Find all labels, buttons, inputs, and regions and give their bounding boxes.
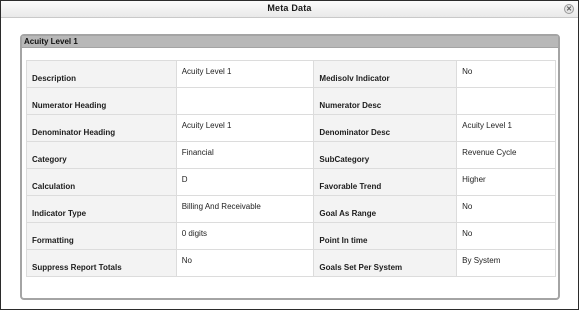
- field-value: Financial: [175, 141, 315, 169]
- table-row: Category Financial SubCategory Revenue Cycl…: [26, 141, 556, 169]
- field-label: Suppress Report Totals: [26, 249, 177, 277]
- field-label: Numerator Heading: [26, 87, 177, 115]
- meta-data-dialog: Meta Data ✕ Acuity Level 1 Description Ac…: [0, 0, 579, 310]
- metadata-table: Description Acuity Level 1 Medisolv Indica…: [26, 60, 556, 277]
- field-value: No: [456, 195, 556, 223]
- field-value: Acuity Level 1: [175, 114, 315, 142]
- dialog-title: Meta Data: [267, 3, 312, 13]
- table-row: Numerator Heading Numerator Desc: [26, 87, 556, 115]
- field-label: Calculation: [26, 168, 177, 196]
- field-value: No: [456, 222, 556, 250]
- table-row: Suppress Report Totals No Goals Set Per Sy…: [26, 249, 556, 277]
- panel-title: Acuity Level 1: [22, 36, 558, 48]
- field-label: Denominator Heading: [26, 114, 177, 142]
- field-label: Denominator Desc: [313, 114, 458, 142]
- field-value: Higher: [456, 168, 556, 196]
- field-value: Billing And Receivable: [175, 195, 315, 223]
- field-label: Favorable Trend: [313, 168, 458, 196]
- table-row: Formatting 0 digits Point In time No: [26, 222, 556, 250]
- field-value: Acuity Level 1: [175, 60, 315, 88]
- field-label: Point In time: [313, 222, 458, 250]
- field-value: 0 digits: [175, 222, 315, 250]
- field-label: Goals Set Per System: [313, 249, 458, 277]
- table-row: Denominator Heading Acuity Level 1 Denomin…: [26, 114, 556, 142]
- metadata-panel: Acuity Level 1 Description Acuity Level 1…: [20, 34, 560, 300]
- table-row: Indicator Type Billing And Receivable Goal…: [26, 195, 556, 223]
- table-row: Description Acuity Level 1 Medisolv Indica…: [26, 60, 556, 88]
- field-label: Medisolv Indicator: [313, 60, 458, 88]
- dialog-titlebar[interactable]: Meta Data ✕: [1, 1, 578, 18]
- field-label: Goal As Range: [313, 195, 458, 223]
- field-value: No: [175, 249, 315, 277]
- table-row: Calculation D Favorable Trend Higher: [26, 168, 556, 196]
- field-label: Numerator Desc: [313, 87, 458, 115]
- field-label: Formatting: [26, 222, 177, 250]
- field-label: Category: [26, 141, 177, 169]
- field-label: Indicator Type: [26, 195, 177, 223]
- field-label: Description: [26, 60, 177, 88]
- close-icon[interactable]: ✕: [564, 4, 574, 14]
- field-value: [456, 87, 556, 115]
- field-value: D: [175, 168, 315, 196]
- field-value: No: [456, 60, 556, 88]
- field-value: [175, 87, 315, 115]
- field-label: SubCategory: [313, 141, 458, 169]
- field-value: By System: [456, 249, 556, 277]
- field-value: Revenue Cycle: [456, 141, 556, 169]
- field-value: Acuity Level 1: [456, 114, 556, 142]
